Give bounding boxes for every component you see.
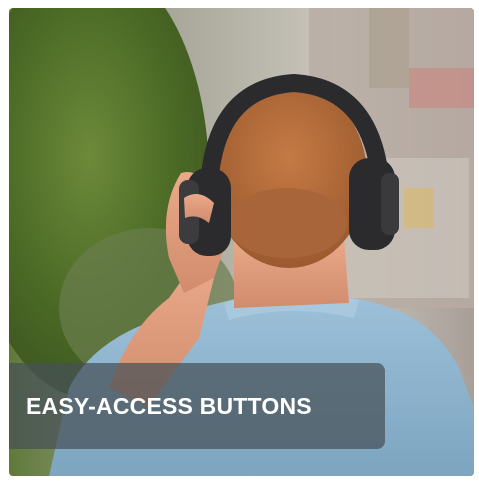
feature-photo: EASY-ACCESS BUTTONS	[9, 8, 474, 476]
caption-text: EASY-ACCESS BUTTONS	[26, 392, 312, 419]
caption-overlay: EASY-ACCESS BUTTONS	[9, 363, 385, 449]
product-feature-card: EASY-ACCESS BUTTONS	[0, 0, 479, 483]
